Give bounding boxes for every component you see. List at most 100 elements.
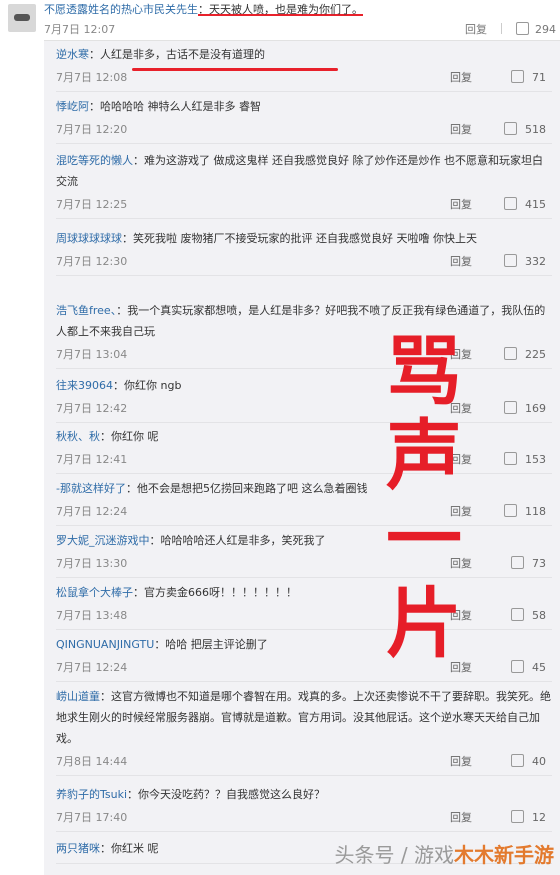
- reply-text: 往来39064：你红你 ngb: [56, 375, 552, 396]
- reply-username[interactable]: 秋秋、秋: [56, 430, 100, 443]
- like-count: 71: [532, 71, 546, 84]
- reply-username[interactable]: 松鼠拿个大棒子: [56, 586, 133, 599]
- thumbs-up-icon: [511, 660, 524, 673]
- reply-username[interactable]: 往来39064: [56, 379, 113, 392]
- watermark: 头条号 / 游戏木木新手游: [335, 839, 554, 868]
- like-count: 518: [525, 123, 546, 136]
- watermark-site: 木木新手游: [454, 843, 554, 867]
- reply-username[interactable]: 崂山道童: [56, 690, 100, 703]
- reply-meta: 7月7日 12:41 回复 153: [56, 449, 552, 469]
- like-button[interactable]: 12: [511, 807, 546, 828]
- reply-meta: 7月8日 14:44 回复 40: [56, 751, 552, 771]
- reply-username[interactable]: 混吃等死的懒人: [56, 154, 133, 167]
- overlay-char: 片: [386, 579, 462, 668]
- like-count: 225: [525, 348, 546, 361]
- reply-button[interactable]: 回复: [465, 23, 487, 36]
- reply-time: 7月7日 12:41: [56, 453, 128, 466]
- like-button[interactable]: 153: [504, 449, 546, 470]
- reply-username[interactable]: 两只猪咪: [56, 842, 100, 855]
- list-item: 罗大妮_沉迷游戏中：哈哈哈哈还人红是非多，笑死我了 7月7日 13:30 回复 73: [56, 530, 552, 578]
- like-count: 45: [532, 661, 546, 674]
- avatar[interactable]: [8, 4, 36, 32]
- like-button[interactable]: 71: [511, 67, 546, 88]
- reply-button[interactable]: 回复: [450, 807, 472, 828]
- reply-meta: 7月7日 17:40 回复 12: [56, 807, 552, 827]
- reply-body: ：你红你 ngb: [113, 379, 182, 392]
- like-button[interactable]: 40: [511, 751, 546, 772]
- reply-body: ：笑死我啦 废物猪厂不接受玩家的批评 还自我感觉良好 天啦噜 你快上天: [122, 232, 477, 245]
- list-item: 悸屹阿：哈哈哈哈 神特么人红是非多 睿智 7月7日 12:20 回复 518: [56, 96, 552, 144]
- reply-time: 7月7日 12:24: [56, 661, 128, 674]
- like-button[interactable]: 169: [504, 398, 546, 419]
- list-item: 周球球球球球：笑死我啦 废物猪厂不接受玩家的批评 还自我感觉良好 天啦噜 你快上…: [56, 228, 552, 276]
- thumbs-up-icon: [511, 754, 524, 767]
- reply-meta: 7月7日 12:30 回复 332: [56, 251, 552, 271]
- like-button[interactable]: 73: [511, 553, 546, 574]
- like-button[interactable]: 58: [511, 605, 546, 626]
- like-count: 415: [525, 198, 546, 211]
- reply-meta: 7月7日 12:25 回复 415: [56, 194, 552, 214]
- reply-text: 周球球球球球：笑死我啦 废物猪厂不接受玩家的批评 还自我感觉良好 天啦噜 你快上…: [56, 228, 552, 249]
- reply-time: 7月7日 12:42: [56, 402, 128, 415]
- like-button[interactable]: 118: [504, 501, 546, 522]
- parent-body: ：天天被人喷，也是难为你们了。: [198, 3, 363, 16]
- reply-button[interactable]: 回复: [450, 751, 472, 772]
- parent-username[interactable]: 不愿透露姓名的热心市民关先生: [44, 3, 198, 16]
- like-button[interactable]: 518: [504, 119, 546, 140]
- reply-text: 养豹子的Tsuki：你今天没吃药？？自我感觉这么良好？: [56, 784, 552, 805]
- like-count: 58: [532, 609, 546, 622]
- reply-meta: 7月7日 12:24 回复 45: [56, 657, 552, 677]
- like-count: 332: [525, 255, 546, 268]
- reply-body: ：你红米 呢: [100, 842, 159, 855]
- reply-username[interactable]: 悸屹阿: [56, 100, 89, 113]
- parent-time: 7月7日 12:07: [44, 23, 116, 36]
- list-item: 秋秋、秋：你红你 呢 7月7日 12:41 回复 153: [56, 426, 552, 474]
- thumbs-up-icon: [504, 401, 517, 414]
- thumbs-up-icon: [504, 254, 517, 267]
- like-count: 12: [532, 811, 546, 824]
- reply-body: ：官方卖金666呀！！！！！！！: [133, 586, 297, 599]
- reply-username[interactable]: 逆水寒: [56, 48, 89, 61]
- reply-meta: 7月7日 13:48 回复 58: [56, 605, 552, 625]
- list-item: QINGNUANJINGTU：哈哈 把层主评论删了 7月7日 12:24 回复 45: [56, 634, 552, 682]
- thumbs-up-icon: [504, 504, 517, 517]
- list-item: -那就这样好了：他不会是想把5亿捞回来跑路了吧 这么急着圈钱 7月7日 12:24…: [56, 478, 552, 526]
- like-button[interactable]: 415: [504, 194, 546, 215]
- reply-username[interactable]: QINGNUANJINGTU: [56, 638, 154, 651]
- like-button[interactable]: 225: [504, 344, 546, 365]
- parent-actions: 回复 294: [465, 21, 556, 37]
- list-item: 混吃等死的懒人：难为这游戏了 做成这鬼样 还自我感觉良好 除了炒作还是炒作 也不…: [56, 150, 552, 219]
- list-item: 松鼠拿个大棒子：官方卖金666呀！！！！！！！ 7月7日 13:48 回复 58: [56, 582, 552, 630]
- reply-username[interactable]: 周球球球球球: [56, 232, 122, 245]
- like-button[interactable]: 332: [504, 251, 546, 272]
- reply-button[interactable]: 回复: [450, 251, 472, 272]
- reply-body: ：我一个真实玩家都想喷，是人红是非多？好吧我不喷了反正我有绿色通道了，我队伍的人…: [56, 304, 546, 338]
- overlay-char: 一: [386, 495, 462, 584]
- reply-text: 悸屹阿：哈哈哈哈 神特么人红是非多 睿智: [56, 96, 552, 117]
- thumbs-up-icon: [504, 347, 517, 360]
- reply-username[interactable]: 养豹子的Tsuki: [56, 788, 127, 801]
- reply-button[interactable]: 回复: [450, 119, 472, 140]
- reply-text: 逆水寒：人红是非多，古话不是没有道理的: [56, 44, 552, 65]
- thumbs-up-icon: [511, 608, 524, 621]
- reply-button[interactable]: 回复: [450, 194, 472, 215]
- divider: [501, 23, 502, 34]
- reply-time: 7月8日 14:44: [56, 755, 128, 768]
- reply-time: 7月7日 13:04: [56, 348, 128, 361]
- parent-comment-text: 不愿透露姓名的热心市民关先生：天天被人喷，也是难为你们了。: [44, 1, 363, 17]
- overlay-caption: 骂 声 一 片: [384, 330, 464, 666]
- reply-time: 7月7日 17:40: [56, 811, 128, 824]
- reply-meta: 7月7日 12:20 回复 518: [56, 119, 552, 139]
- reply-button[interactable]: 回复: [450, 67, 472, 88]
- reply-time: 7月7日 12:30: [56, 255, 128, 268]
- reply-username[interactable]: 罗大妮_沉迷游戏中: [56, 534, 150, 547]
- highlight-underline: [132, 68, 338, 71]
- thumbs-up-icon: [511, 70, 524, 83]
- like-count: 294: [535, 23, 556, 36]
- thumbs-up-icon[interactable]: [516, 22, 529, 35]
- reply-text: 崂山道童：这官方微博也不知道是哪个睿智在用。戏真的多。上次还卖惨说不干了要辞职。…: [56, 686, 552, 749]
- like-button[interactable]: 45: [511, 657, 546, 678]
- reply-username[interactable]: -那就这样好了: [56, 482, 126, 495]
- reply-username[interactable]: 浩飞鱼free、: [56, 304, 116, 317]
- reply-time: 7月7日 12:20: [56, 123, 128, 136]
